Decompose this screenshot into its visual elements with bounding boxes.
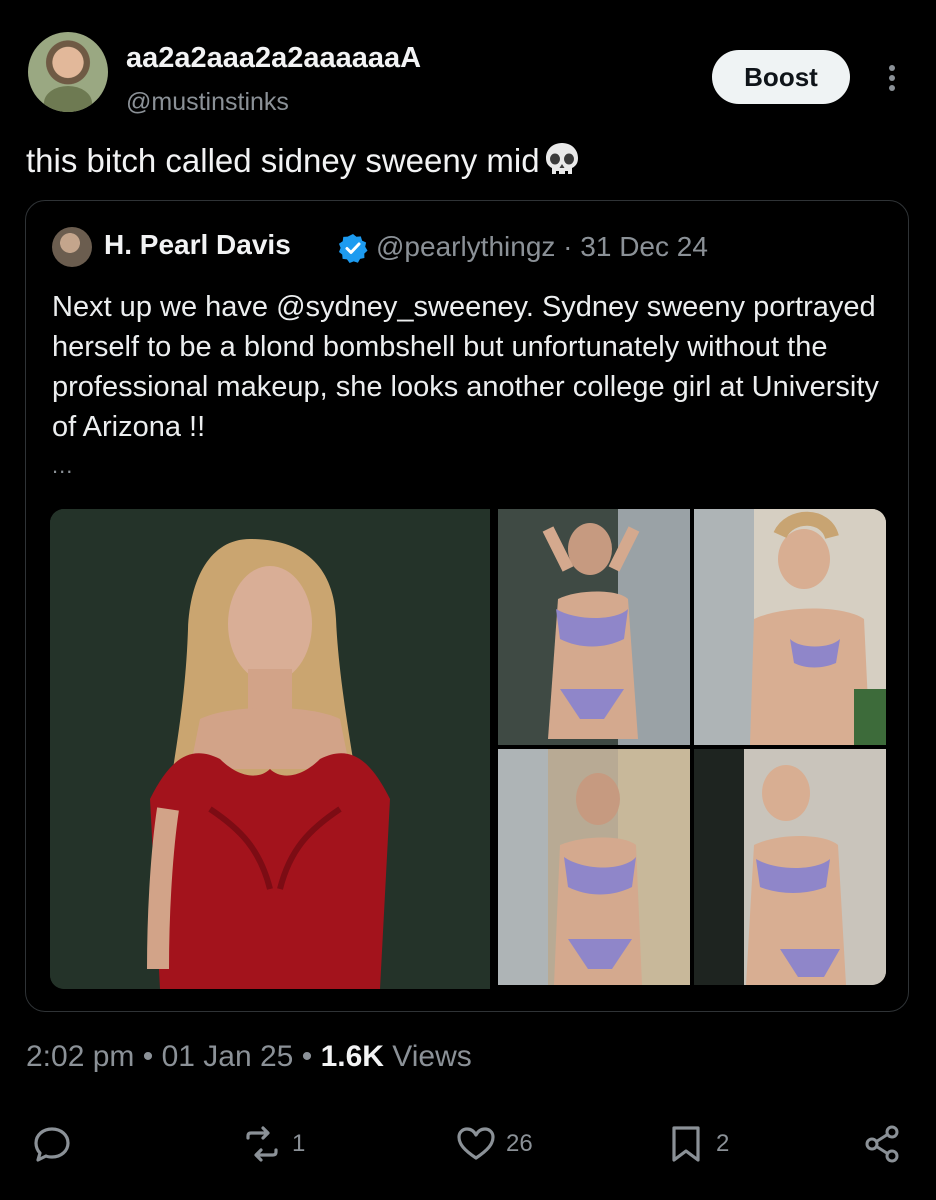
grid-photo-3[interactable] <box>498 749 690 985</box>
quoted-text: Next up we have @sydney_sweeney. Sydney … <box>52 291 879 443</box>
quoted-author-avatar[interactable] <box>52 227 92 267</box>
share-icon <box>865 1125 899 1163</box>
bookmark-button[interactable]: 2 <box>664 1118 729 1170</box>
share-button[interactable] <box>860 1118 904 1170</box>
verified-icon <box>339 234 368 263</box>
repost-count: 1 <box>292 1130 306 1157</box>
author-handle[interactable]: @mustinstinks <box>126 88 289 117</box>
quoted-author-name[interactable]: H. Pearl Davis <box>104 229 291 261</box>
post-time: 2:02 pm <box>26 1040 135 1073</box>
author-avatar[interactable] <box>28 32 108 112</box>
quoted-ellipsis: ... <box>52 453 74 478</box>
post-text-content: this bitch called sidney sweeny mid <box>26 142 540 179</box>
quoted-image-grid <box>498 509 886 985</box>
author-display-name[interactable]: aa2a2aaa2a2aaaaaaA <box>126 42 421 75</box>
grid-photo-4[interactable] <box>694 749 886 985</box>
meta-separator: • <box>293 1040 321 1073</box>
like-count: 26 <box>506 1130 533 1157</box>
more-icon[interactable] <box>882 62 902 94</box>
bookmark-icon <box>672 1126 700 1162</box>
reply-icon <box>34 1127 70 1162</box>
grid-photo-2[interactable] <box>694 509 886 745</box>
views-label: Views <box>383 1040 472 1073</box>
views-count: 1.6K <box>320 1040 384 1073</box>
post-date: 01 Jan 25 <box>161 1040 294 1073</box>
like-button[interactable]: 26 <box>454 1118 533 1170</box>
post-text: this bitch called sidney sweeny mid <box>26 140 582 180</box>
bookmark-count: 2 <box>716 1130 730 1157</box>
red-dress-photo <box>50 509 490 989</box>
repost-icon <box>246 1126 278 1162</box>
meta-separator: • <box>134 1040 162 1073</box>
quoted-handle-date[interactable]: @pearlythingz · 31 Dec 24 <box>376 231 708 263</box>
grid-photo-1[interactable] <box>498 509 690 745</box>
quoted-post[interactable]: H. Pearl Davis @pearlythingz · 31 Dec 24… <box>25 200 909 1012</box>
post-meta: 2:02 pm • 01 Jan 25 • 1.6K Views <box>26 1040 472 1074</box>
repost-button[interactable]: 1 <box>240 1118 305 1170</box>
boost-button[interactable]: Boost <box>712 50 850 104</box>
reply-button[interactable] <box>30 1118 74 1170</box>
quoted-image-red-dress[interactable] <box>50 509 490 989</box>
skull-icon <box>545 143 578 174</box>
like-icon <box>457 1127 495 1160</box>
